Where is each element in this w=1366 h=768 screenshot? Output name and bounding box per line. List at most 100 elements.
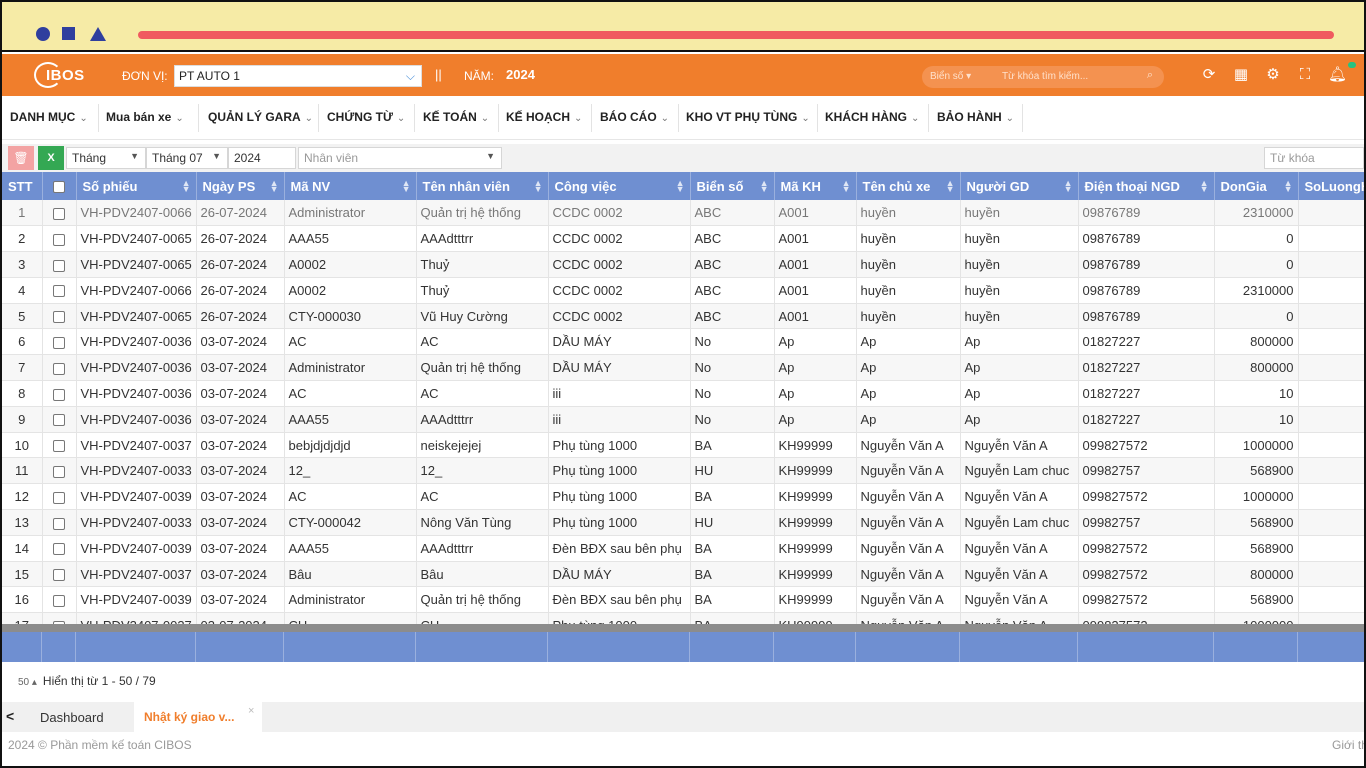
row-checkbox[interactable] <box>53 440 65 453</box>
tab-dashboard[interactable]: Dashboard <box>40 710 104 725</box>
col-cong-viec[interactable]: Công việc ▲ ▼ <box>548 172 691 200</box>
table-row[interactable]: 17VH-PDV2407-003703-07-2024CHCHPhụ tùng … <box>2 612 1364 624</box>
close-icon[interactable]: × <box>248 705 254 717</box>
cell-checkbox[interactable] <box>42 328 77 356</box>
row-checkbox[interactable] <box>53 465 65 478</box>
table-row[interactable]: 2 VH-PDV2407-0065 26-07-2024 AAA55 AAAdtttrr… <box>2 225 1364 253</box>
year-input[interactable]: 2024 <box>228 147 296 169</box>
col-dongia[interactable]: DonGia ▲ ▼ <box>1214 172 1299 200</box>
row-checkbox[interactable] <box>53 543 65 556</box>
cell-checkbox[interactable] <box>42 354 77 382</box>
table-row[interactable]: 6 VH-PDV2407-0036 03-07-2024 AC AC DẦU MÁY No A… <box>2 328 1364 356</box>
cell-checkbox[interactable] <box>42 380 77 407</box>
plate-filter-dropdown[interactable]: Biển số ▾ <box>922 66 986 88</box>
menu-chung-tu[interactable]: CHỨNG TỪ ⌄ <box>327 110 405 124</box>
col-dien-thoai-ngd[interactable]: Điện thoại NGD ▲ ▼ <box>1078 172 1215 200</box>
cell-checkbox[interactable] <box>42 509 77 536</box>
search-icon[interactable]: ⌕ <box>1136 66 1164 88</box>
col-soluong[interactable]: SoLuongH <box>1298 172 1364 200</box>
table-row[interactable]: 3 VH-PDV2407-0065 26-07-2024 A0002 Thuỷ CCDC … <box>2 251 1364 278</box>
cell-checkbox[interactable] <box>42 432 77 459</box>
cell-checkbox[interactable] <box>42 200 77 227</box>
table-row[interactable]: 8 VH-PDV2407-0036 03-07-2024 AC AC iii No Ap Ap A… <box>2 380 1364 407</box>
menu-khach-hang[interactable]: KHÁCH HÀNG ⌄ <box>825 110 919 124</box>
refresh-icon[interactable]: ⟳ <box>1200 66 1218 84</box>
address-bar[interactable] <box>138 31 1334 39</box>
menu-kho-vt-phu-tung[interactable]: KHO VT PHỤ TÙNG ⌄ <box>686 110 810 124</box>
cell-checkbox[interactable] <box>42 406 77 433</box>
unit-select[interactable]: PT AUTO 1 ⌵ <box>174 65 422 87</box>
page-size-select[interactable]: 50 ▴ <box>18 677 37 688</box>
cell-checkbox[interactable] <box>42 457 77 485</box>
table-row[interactable]: 7 VH-PDV2407-0036 03-07-2024 Administrator Q… <box>2 354 1364 382</box>
gear-icon[interactable]: ⚙ <box>1264 66 1282 84</box>
row-checkbox[interactable] <box>53 491 65 504</box>
col-ngay-ps[interactable]: Ngày PS ▲ ▼ <box>196 172 285 200</box>
table-row[interactable]: 12 VH-PDV2407-0039 03-07-2024 AC AC Phụ tùng … <box>2 483 1364 511</box>
grid-icon[interactable]: ▦ <box>1232 66 1250 84</box>
table-row[interactable]: 5 VH-PDV2407-0065 26-07-2024 CTY-000030 Vũ H… <box>2 303 1364 330</box>
menu-ke-hoach[interactable]: KẾ HOẠCH ⌄ <box>506 110 582 124</box>
excel-icon[interactable]: X <box>38 146 64 170</box>
fullscreen-icon[interactable]: ⛶ <box>1296 66 1314 84</box>
period-type-select[interactable]: Tháng ▼ <box>66 147 146 169</box>
col-stt[interactable]: STT <box>2 172 43 200</box>
menu-quan-ly-gara[interactable]: QUẢN LÝ GARA ⌄ <box>208 110 313 124</box>
bell-icon[interactable]: 🔔︎ <box>1328 66 1347 84</box>
employee-select[interactable]: Nhân viên ▼ <box>298 147 502 169</box>
tab-scroll-left-icon[interactable]: < <box>6 708 14 724</box>
row-checkbox[interactable] <box>53 311 65 324</box>
tab-nhat-ky-giao-viec[interactable]: Nhật ký giao v... × <box>134 702 262 732</box>
keyword-search-input[interactable]: Từ khóa <box>1264 147 1364 169</box>
cell-checkbox[interactable] <box>42 483 77 511</box>
col-ten-chu-xe[interactable]: Tên chủ xe ▲ ▼ <box>856 172 961 200</box>
col-ten-nhan-vien[interactable]: Tên nhân viên ▲ ▼ <box>416 172 549 200</box>
cell-checkbox[interactable] <box>42 277 77 304</box>
table-row[interactable]: 14 VH-PDV2407-0039 03-07-2024 AAA55 AAAdtttr… <box>2 535 1364 562</box>
row-checkbox[interactable] <box>53 414 65 427</box>
col-so-phieu[interactable]: Số phiếu ▲ ▼ <box>76 172 197 200</box>
trash-icon[interactable]: 🗑︎ <box>8 146 34 170</box>
month-select[interactable]: Tháng 07 ▼ <box>146 147 228 169</box>
table-row[interactable]: 9 VH-PDV2407-0036 03-07-2024 AAA55 AAAdtttrr… <box>2 406 1364 433</box>
row-checkbox[interactable] <box>53 362 65 375</box>
app-logo[interactable]: IBOS <box>34 62 94 88</box>
menu-ke-toan[interactable]: KẾ TOÁN ⌄ <box>423 110 489 124</box>
menu-bao-hanh[interactable]: BẢO HÀNH ⌄ <box>937 110 1014 124</box>
cell-checkbox[interactable] <box>42 612 77 624</box>
intro-link[interactable]: Giới thiệu <box>1332 738 1364 752</box>
table-row[interactable]: 13 VH-PDV2407-0033 03-07-2024 CTY-000042 Nôn… <box>2 509 1364 536</box>
table-row[interactable]: 1 VH-PDV2407-0066 26-07-2024 Administrator Q… <box>2 200 1364 227</box>
menu-bao-cao[interactable]: BÁO CÁO ⌄ <box>600 110 669 124</box>
menu-danh-muc[interactable]: DANH MỤC ⌄ <box>10 110 88 124</box>
row-checkbox[interactable] <box>53 336 65 349</box>
col-ma-nv[interactable]: Mã NV ▲ ▼ <box>284 172 417 200</box>
row-checkbox[interactable] <box>53 259 65 272</box>
cell-checkbox[interactable] <box>42 303 77 330</box>
table-row[interactable]: 16 VH-PDV2407-0039 03-07-2024 Administrator… <box>2 586 1364 614</box>
col-bien-so[interactable]: Biển số ▲ ▼ <box>690 172 775 200</box>
table-row[interactable]: 11 VH-PDV2407-0033 03-07-2024 12_ 12_ Phụ tùn… <box>2 457 1364 485</box>
header-search-input[interactable]: Từ khóa tìm kiếm... <box>986 66 1136 88</box>
row-checkbox[interactable] <box>53 388 65 401</box>
table-row[interactable]: 15 VH-PDV2407-0037 03-07-2024 Bâu Bâu DẦU MÁY… <box>2 561 1364 588</box>
horizontal-scrollbar[interactable] <box>2 624 1364 632</box>
row-checkbox[interactable] <box>53 594 65 607</box>
select-all-checkbox[interactable] <box>42 172 77 200</box>
menu-mua-ban-xe[interactable]: Mua bán xe ⌄ <box>106 110 184 124</box>
year-value[interactable]: 2024 <box>506 67 535 82</box>
row-checkbox[interactable] <box>53 207 65 220</box>
row-checkbox[interactable] <box>53 285 65 298</box>
col-nguoi-gd[interactable]: Người GD ▲ ▼ <box>960 172 1079 200</box>
cell-checkbox[interactable] <box>42 251 77 278</box>
table-row[interactable]: 4 VH-PDV2407-0066 26-07-2024 A0002 Thuỷ CCDC … <box>2 277 1364 304</box>
cell-checkbox[interactable] <box>42 535 77 562</box>
cell-checkbox[interactable] <box>42 561 77 588</box>
row-checkbox[interactable] <box>53 233 65 246</box>
cell-checkbox[interactable] <box>42 225 77 253</box>
row-checkbox[interactable] <box>53 517 65 530</box>
col-ma-kh[interactable]: Mã KH ▲ ▼ <box>774 172 857 200</box>
table-row[interactable]: 10 VH-PDV2407-0037 03-07-2024 bebjdjdjdjd ne… <box>2 432 1364 459</box>
cell-checkbox[interactable] <box>42 586 77 614</box>
row-checkbox[interactable] <box>53 569 65 582</box>
